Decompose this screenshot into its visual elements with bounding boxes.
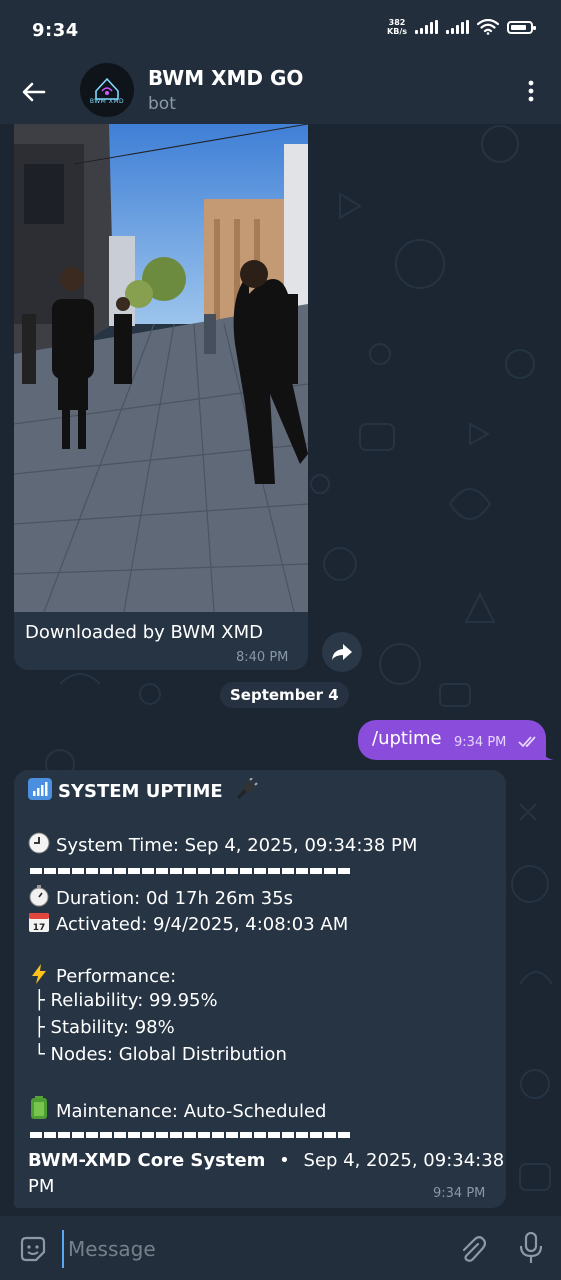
- message-time: 9:34 PM: [433, 1186, 486, 1201]
- avatar-text: BWM XMD: [89, 98, 125, 105]
- incoming-message[interactable]: SYSTEM UPTIME System Time: Sep 4, 2025, …: [14, 770, 506, 1208]
- maintenance-line: Maintenance: Auto-Scheduled: [28, 1096, 326, 1122]
- signal-icon: [446, 20, 469, 34]
- battery-icon: [31, 1096, 47, 1119]
- status-bar: 9:34 382 KB/s: [0, 0, 561, 60]
- network-speed: 382 KB/s: [387, 18, 407, 36]
- back-arrow-icon[interactable]: [18, 76, 50, 108]
- chat-header: BWM XMD BWM XMD GO bot: [0, 60, 561, 124]
- maintenance: Maintenance: Auto-Scheduled: [56, 1101, 327, 1122]
- outgoing-message-text: /uptime: [372, 728, 442, 749]
- media-caption: Downloaded by BWM XMD: [25, 622, 263, 643]
- calendar-icon: 17: [29, 913, 49, 933]
- uptime-title: SYSTEM UPTIME: [58, 781, 223, 802]
- signal-bars-icon: [28, 778, 52, 800]
- uptime-title-line: SYSTEM UPTIME: [28, 778, 264, 802]
- forward-icon: [332, 644, 352, 660]
- wifi-icon: [477, 19, 499, 35]
- avatar[interactable]: BWM XMD: [80, 63, 134, 117]
- forward-button[interactable]: [322, 632, 362, 672]
- footer-timestamp-cont: PM: [28, 1176, 55, 1197]
- microphone-icon[interactable]: [518, 1232, 544, 1264]
- date-separator: September 4: [220, 682, 349, 708]
- chat-area[interactable]: Downloaded by BWM XMD 8:40 PM September …: [0, 124, 561, 1216]
- sticker-icon[interactable]: [18, 1234, 48, 1264]
- status-icons: 382 KB/s: [387, 18, 536, 36]
- chat-title[interactable]: BWM XMD GO: [148, 66, 303, 90]
- stopwatch-icon: [29, 885, 49, 907]
- duration-line: Duration: 0d 17h 26m 35s: [28, 885, 293, 909]
- status-time: 9:34: [32, 20, 79, 41]
- performance: Performance:: [56, 966, 177, 987]
- system-time-line: System Time: Sep 4, 2025, 09:34:38 PM: [28, 832, 417, 856]
- media-message[interactable]: Downloaded by BWM XMD 8:40 PM: [14, 124, 308, 670]
- plug-icon: [237, 778, 259, 800]
- message-time: 8:40 PM: [236, 650, 289, 665]
- paperclip-icon[interactable]: [458, 1234, 486, 1264]
- battery-icon: [507, 20, 536, 34]
- message-time: 9:34 PM: [454, 735, 507, 750]
- message-input-bar: [0, 1216, 561, 1280]
- separator-line: [30, 1132, 352, 1138]
- more-vertical-icon[interactable]: [523, 76, 539, 106]
- performance-line: Performance:: [28, 963, 176, 987]
- footer-system-name: BWM-XMD Core System: [28, 1150, 266, 1171]
- lightning-icon: [32, 964, 46, 984]
- house-logo-icon: [95, 77, 119, 100]
- reliability: ├ Reliability: 99.95%: [34, 990, 218, 1011]
- activated-line: 17 Activated: 9/4/2025, 4:08:03 AM: [28, 911, 348, 935]
- photo-street-scene[interactable]: [14, 124, 308, 612]
- footer-line: BWM-XMD Core System • Sep 4, 2025, 09:34…: [28, 1150, 504, 1171]
- signal-icon: [415, 20, 438, 34]
- activated: Activated: 9/4/2025, 4:08:03 AM: [56, 914, 349, 935]
- outgoing-message[interactable]: /uptime 9:34 PM: [358, 720, 546, 760]
- footer-bullet: •: [279, 1150, 290, 1171]
- clock-icon: [28, 832, 50, 854]
- bubble-tail: [540, 746, 554, 760]
- nodes: └ Nodes: Global Distribution: [34, 1044, 287, 1065]
- battery-level: [511, 24, 526, 30]
- system-time: System Time: Sep 4, 2025, 09:34:38 PM: [56, 835, 418, 856]
- footer-timestamp: Sep 4, 2025, 09:34:38: [303, 1150, 505, 1171]
- separator-line: [30, 868, 352, 874]
- svg-text:17: 17: [33, 923, 46, 933]
- double-check-icon: [518, 736, 536, 748]
- message-input[interactable]: [62, 1230, 430, 1268]
- duration: Duration: 0d 17h 26m 35s: [56, 888, 294, 909]
- stability: ├ Stability: 98%: [34, 1017, 175, 1038]
- chat-subtitle: bot: [148, 94, 176, 114]
